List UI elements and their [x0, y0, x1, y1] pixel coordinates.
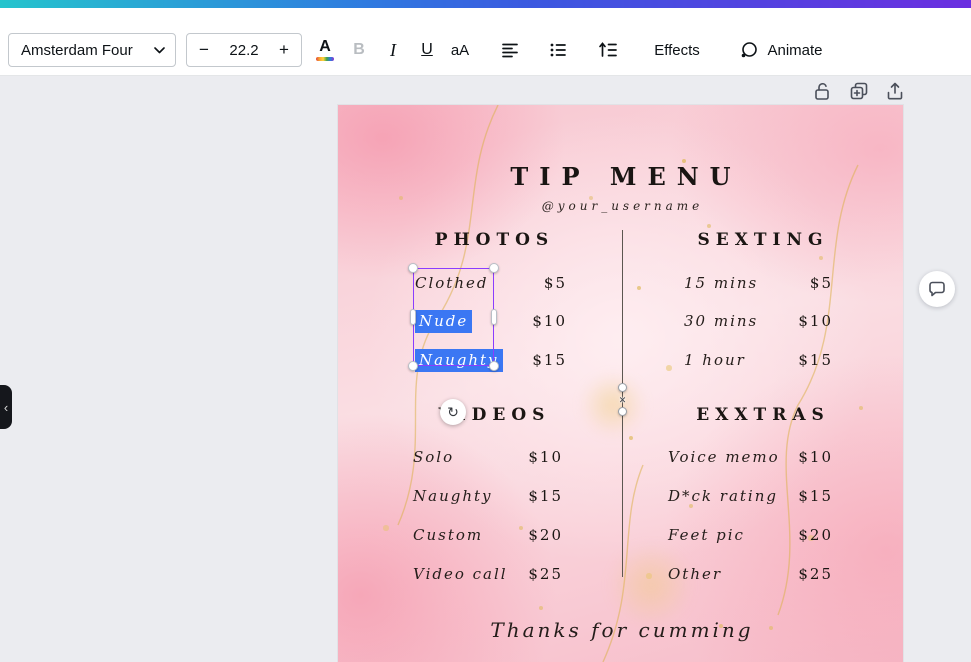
line-move-cross-icon[interactable]: ✕ [617, 395, 628, 406]
text-case-button[interactable]: aA [443, 33, 477, 67]
videos-heading[interactable]: VIDEOS [413, 405, 570, 425]
font-size-decrease-button[interactable]: − [187, 34, 221, 66]
comment-button[interactable] [919, 271, 955, 307]
text-spacing-button[interactable] [591, 33, 625, 67]
item-price: $10 [532, 312, 567, 330]
design-username[interactable]: @your_username [338, 199, 903, 213]
line-spacing-icon [599, 42, 617, 57]
photos-heading[interactable]: PHOTOS [413, 230, 570, 250]
item-price: $20 [528, 526, 563, 544]
gold-speckles-decoration [338, 105, 340, 107]
underline-button[interactable]: U [410, 33, 444, 67]
text-color-button[interactable]: A [308, 33, 342, 67]
item-price: $15 [798, 487, 833, 505]
menu-item-row[interactable]: 1 hour $15 [684, 348, 833, 372]
design-page[interactable]: TIP MENU @your_username PHOTOS SEXTING C… [338, 105, 903, 662]
menu-item-row[interactable]: Naughty $15 [413, 484, 563, 508]
item-price: $10 [798, 312, 833, 330]
canvas-area: TIP MENU @your_username PHOTOS SEXTING C… [0, 76, 971, 662]
text-align-button[interactable] [493, 33, 527, 67]
font-family-value: Amsterdam Four [21, 41, 133, 59]
font-size-stepper: − 22.2 + [186, 33, 302, 67]
bullet-list-button[interactable] [541, 33, 575, 67]
gold-glow-decoration [578, 375, 648, 435]
item-label: Video call [413, 565, 508, 583]
menu-item-row[interactable]: Custom $20 [413, 523, 563, 547]
comment-bubble-icon [929, 281, 945, 297]
item-price: $25 [528, 565, 563, 583]
canva-editor: Amsterdam Four − 22.2 + A B I U aA Effec… [0, 0, 971, 662]
sidebar-collapse-tab[interactable]: ‹ [0, 385, 12, 429]
text-color-glyph: A [319, 38, 331, 55]
menu-item-row[interactable]: 30 mins $10 [684, 309, 833, 333]
lock-page-button[interactable] [809, 78, 835, 104]
rotate-handle[interactable]: ↻ [440, 399, 466, 425]
item-price: $5 [809, 274, 833, 292]
menu-item-row[interactable]: Video call $25 [413, 562, 563, 586]
item-price: $15 [532, 351, 567, 369]
menu-item-row[interactable]: 15 mins $5 [684, 271, 833, 295]
animate-button[interactable]: Animate [727, 33, 835, 67]
font-family-select[interactable]: Amsterdam Four [8, 33, 176, 67]
animate-label: Animate [767, 41, 823, 59]
item-price: $20 [798, 526, 833, 544]
add-page-share-button[interactable] [882, 78, 908, 104]
unlock-icon [815, 82, 829, 100]
design-footer[interactable]: Thanks for cumming [338, 618, 903, 642]
item-label: 1 hour [684, 351, 746, 369]
resize-handle-sw[interactable] [408, 361, 418, 371]
exxtras-heading[interactable]: EXXTRAS [676, 405, 844, 425]
align-left-icon [502, 43, 518, 58]
item-label: 30 mins [684, 312, 759, 330]
line-handle[interactable] [618, 407, 627, 416]
rainbow-color-bar-icon [316, 57, 334, 61]
menu-item-row[interactable]: D*ck rating $15 [668, 484, 833, 508]
item-label: 15 mins [684, 274, 759, 292]
item-label: Solo [413, 448, 455, 466]
bold-button[interactable]: B [342, 33, 376, 67]
menu-item-row[interactable]: Other $25 [668, 562, 833, 586]
font-size-value[interactable]: 22.2 [221, 42, 267, 59]
item-label: Naughty [413, 487, 493, 505]
item-price: $5 [543, 274, 567, 292]
item-label: Custom [413, 526, 484, 544]
resize-handle-east[interactable] [491, 309, 497, 325]
item-price: $10 [798, 448, 833, 466]
resize-handle-ne[interactable] [489, 263, 499, 273]
resize-handle-nw[interactable] [408, 263, 418, 273]
font-size-increase-button[interactable]: + [267, 34, 301, 66]
item-label: Other [668, 565, 723, 583]
chevron-down-icon [154, 46, 165, 53]
item-price: $10 [528, 448, 563, 466]
copy-plus-icon [850, 82, 868, 100]
item-label: D*ck rating [668, 487, 778, 505]
menu-item-row[interactable]: Solo $10 [413, 445, 563, 469]
sexting-heading[interactable]: SEXTING [676, 230, 844, 250]
italic-button[interactable]: I [376, 33, 410, 67]
line-handle[interactable] [618, 383, 627, 392]
duplicate-page-button[interactable] [846, 78, 872, 104]
item-label: Voice memo [668, 448, 780, 466]
menu-item-row[interactable]: Voice memo $10 [668, 445, 833, 469]
design-title[interactable]: TIP MENU [338, 162, 903, 191]
item-price: $15 [528, 487, 563, 505]
effects-button[interactable]: Effects [647, 33, 707, 67]
resize-handle-se[interactable] [489, 361, 499, 371]
export-up-icon [887, 82, 903, 100]
brand-gradient-bar [0, 0, 971, 8]
animate-icon [742, 42, 758, 58]
item-price: $25 [798, 565, 833, 583]
item-label: Feet pic [668, 526, 745, 544]
resize-handle-west[interactable] [410, 309, 416, 325]
bullet-list-icon [550, 43, 566, 57]
text-selection-box[interactable] [408, 263, 499, 371]
text-toolbar: Amsterdam Four − 22.2 + A B I U aA Effec… [0, 8, 971, 76]
item-price: $15 [798, 351, 833, 369]
menu-item-row[interactable]: Feet pic $20 [668, 523, 833, 547]
